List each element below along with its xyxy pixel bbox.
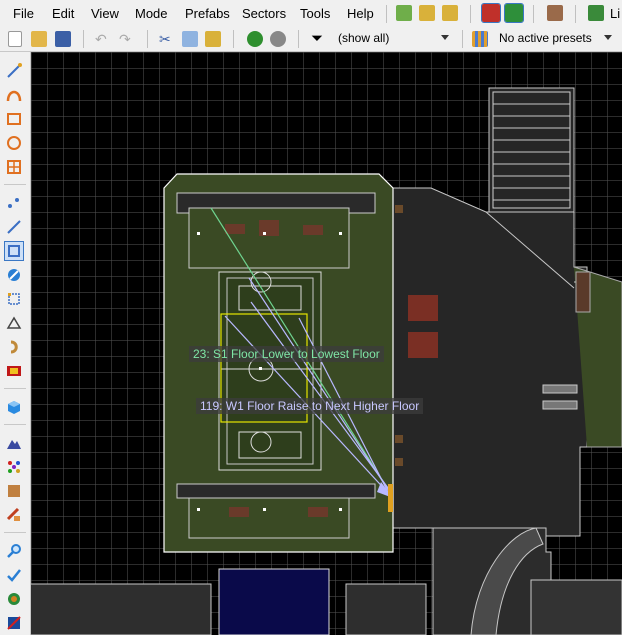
- main-toolbar: ↶ ↷ ✂ ⏷ (show all) No active presets: [0, 27, 622, 52]
- insert-prefab-icon[interactable]: [247, 31, 263, 47]
- filter-icon[interactable]: ⏷: [311, 31, 327, 47]
- copy-icon[interactable]: [182, 31, 198, 47]
- modebar-separator: [4, 184, 26, 185]
- open-map-icon[interactable]: [31, 31, 47, 47]
- texture-icon[interactable]: [547, 5, 563, 21]
- draw-grid-icon[interactable]: [5, 158, 23, 176]
- modebar-separator: [4, 424, 26, 425]
- draw-lines-icon[interactable]: [5, 62, 23, 80]
- terrain-icon[interactable]: [5, 434, 23, 452]
- view-presets-value: No active presets: [499, 31, 592, 45]
- menu-edit[interactable]: Edit: [52, 6, 74, 21]
- menu-prefabs[interactable]: Prefabs: [185, 6, 230, 21]
- mode-toolbar: [0, 52, 31, 635]
- chevron-down-icon: [604, 35, 612, 40]
- things-filter-icon[interactable]: [270, 31, 286, 47]
- undo-icon[interactable]: ↶: [95, 31, 111, 47]
- check-map-icon[interactable]: [5, 566, 23, 584]
- view-presets-select[interactable]: No active presets: [494, 29, 616, 49]
- menu-separator: [533, 5, 534, 23]
- launch-icon[interactable]: [588, 5, 604, 21]
- paste-icon[interactable]: [205, 31, 221, 47]
- floor-align-icon[interactable]: [5, 506, 23, 524]
- modebar-separator: [4, 388, 26, 389]
- image-export-icon[interactable]: [5, 614, 23, 632]
- chevron-down-icon: [441, 35, 449, 40]
- cut-icon[interactable]: ✂: [159, 31, 175, 47]
- redo-icon[interactable]: ↷: [119, 31, 135, 47]
- toolbar-separator: [147, 30, 148, 48]
- main-room: [163, 173, 394, 553]
- draw-rectangle-icon[interactable]: [5, 110, 23, 128]
- sound-propagation-icon[interactable]: [5, 338, 23, 356]
- menu-bar: File Edit View Mode Prefabs Sectors Tool…: [0, 0, 622, 28]
- menu-help[interactable]: Help: [347, 6, 374, 21]
- things-filter-select[interactable]: (show all): [333, 29, 453, 49]
- things-filter-value: (show all): [338, 31, 390, 45]
- draw-geometry-icon[interactable]: [5, 314, 23, 332]
- visual-mode-icon[interactable]: [5, 398, 23, 416]
- map-analysis-icon[interactable]: [5, 590, 23, 608]
- menu-file[interactable]: File: [13, 6, 34, 21]
- toolbar-separator: [83, 30, 84, 48]
- new-map-icon[interactable]: [8, 31, 22, 47]
- menu-separator: [470, 5, 471, 23]
- menu-view[interactable]: View: [91, 6, 119, 21]
- bright-mode-icon[interactable]: [481, 3, 501, 23]
- sound-environment-icon[interactable]: [5, 362, 23, 380]
- menu-separator: [575, 5, 576, 23]
- draw-curve-icon[interactable]: [5, 86, 23, 104]
- test-map-icon[interactable]: [396, 5, 412, 21]
- find-replace-icon[interactable]: [5, 542, 23, 560]
- draw-ellipse-icon[interactable]: [5, 134, 23, 152]
- edit-selection-icon[interactable]: [5, 290, 23, 308]
- action-label-s1: 23: S1 Floor Lower to Lowest Floor: [189, 346, 384, 362]
- sectors-mode-icon[interactable]: [4, 241, 24, 261]
- tag-explorer-icon[interactable]: [504, 3, 524, 23]
- menu-mode[interactable]: Mode: [135, 6, 168, 21]
- menu-separator: [386, 5, 387, 23]
- action-label-w1: 119: W1 Floor Raise to Next Higher Floor: [196, 398, 424, 414]
- modebar-separator: [4, 532, 26, 533]
- menu-tools[interactable]: Tools: [300, 6, 330, 21]
- menu-overflow-label[interactable]: Li: [610, 6, 620, 21]
- gradient-brightness-icon[interactable]: [5, 482, 23, 500]
- linedefs-mode-icon[interactable]: [5, 218, 23, 236]
- colored-dots-icon[interactable]: [5, 458, 23, 476]
- things-mode-icon[interactable]: [5, 266, 23, 284]
- save-map-icon[interactable]: [55, 31, 71, 47]
- presets-icon[interactable]: [472, 31, 488, 47]
- menu-sectors[interactable]: Sectors: [242, 6, 286, 21]
- test-map-cursor-icon[interactable]: [419, 5, 435, 21]
- toolbar-separator: [298, 30, 299, 48]
- map-canvas[interactable]: 23: S1 Floor Lower to Lowest Floor 119: …: [31, 52, 622, 635]
- toolbar-separator: [462, 30, 463, 48]
- toolbar-separator: [233, 30, 234, 48]
- script-editor-icon[interactable]: [442, 5, 458, 21]
- vertices-mode-icon[interactable]: [5, 194, 23, 212]
- map-geometry: [31, 87, 622, 635]
